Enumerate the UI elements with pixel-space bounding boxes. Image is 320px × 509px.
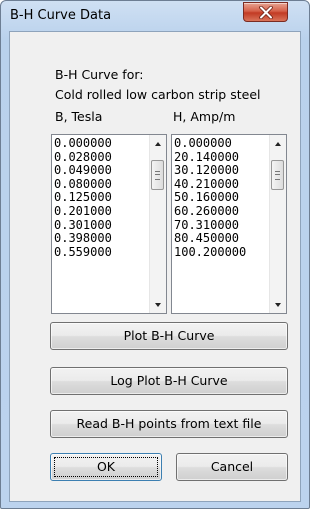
window-title: B-H Curve Data <box>10 8 112 23</box>
arrow-up-icon <box>155 142 161 146</box>
list-item[interactable]: 70.310000 <box>174 218 246 233</box>
list-item[interactable]: 0.080000 <box>54 177 112 192</box>
log-plot-bh-curve-button[interactable]: Log Plot B-H Curve <box>50 367 288 395</box>
list-item[interactable]: 100.200000 <box>174 245 246 260</box>
b-scroll-thumb[interactable] <box>151 160 164 190</box>
close-button[interactable] <box>243 2 288 22</box>
list-item[interactable]: 50.160000 <box>174 191 246 205</box>
heading-line1: B-H Curve for: <box>55 67 144 82</box>
list-item[interactable]: 60.260000 <box>174 204 246 219</box>
arrow-up-icon <box>275 142 281 146</box>
list-item[interactable]: 40.210000 <box>174 177 246 192</box>
list-item[interactable]: 0.028000 <box>54 150 112 165</box>
h-values-list[interactable]: 0.000000 20.140000 30.120000 40.210000 50.16… <box>171 134 287 314</box>
list-item[interactable]: 0.049000 <box>54 164 112 178</box>
arrow-down-icon <box>275 303 281 307</box>
arrow-down-icon <box>155 303 161 307</box>
focus-rectangle <box>54 457 158 477</box>
list-item[interactable]: 20.140000 <box>174 150 246 165</box>
list-item[interactable]: 0.125000 <box>54 191 112 205</box>
b-values-list[interactable]: 0.000000 0.028000 0.049000 0.080000 0.125000… <box>51 134 167 314</box>
list-item[interactable]: 30.120000 <box>174 164 246 178</box>
dialog-client-area: B-H Curve for: Cold rolled low carbon st… <box>9 31 301 502</box>
h-column-label: H, Amp/m <box>173 109 236 124</box>
title-bar[interactable]: B-H Curve Data <box>1 1 309 31</box>
read-bh-points-button[interactable]: Read B-H points from text file <box>50 410 288 438</box>
list-item[interactable]: 0.000000 <box>54 136 112 151</box>
plot-bh-curve-button[interactable]: Plot B-H Curve <box>50 322 288 350</box>
close-icon <box>259 6 273 19</box>
b-list-scrollbar[interactable] <box>149 135 166 313</box>
h-list-scrollbar[interactable] <box>269 135 286 313</box>
b-column-label: B, Tesla <box>55 109 103 124</box>
b-scroll-up-button[interactable] <box>150 135 166 152</box>
h-scroll-down-button[interactable] <box>270 296 286 313</box>
ok-button[interactable]: OK <box>50 453 162 481</box>
h-scroll-thumb[interactable] <box>271 160 284 190</box>
cancel-button[interactable]: Cancel <box>176 453 288 481</box>
h-scroll-up-button[interactable] <box>270 135 286 152</box>
b-scroll-down-button[interactable] <box>150 296 166 313</box>
list-item[interactable]: 0.559000 <box>54 245 112 260</box>
list-item[interactable]: 0.000000 <box>174 136 246 151</box>
dialog-window: B-H Curve Data B-H Curve for: Cold rolle… <box>0 0 310 509</box>
list-item[interactable]: 0.398000 <box>54 232 112 246</box>
heading-line2: Cold rolled low carbon strip steel <box>55 87 261 102</box>
list-item[interactable]: 80.450000 <box>174 232 246 246</box>
list-item[interactable]: 0.301000 <box>54 218 112 233</box>
list-item[interactable]: 0.201000 <box>54 204 112 219</box>
